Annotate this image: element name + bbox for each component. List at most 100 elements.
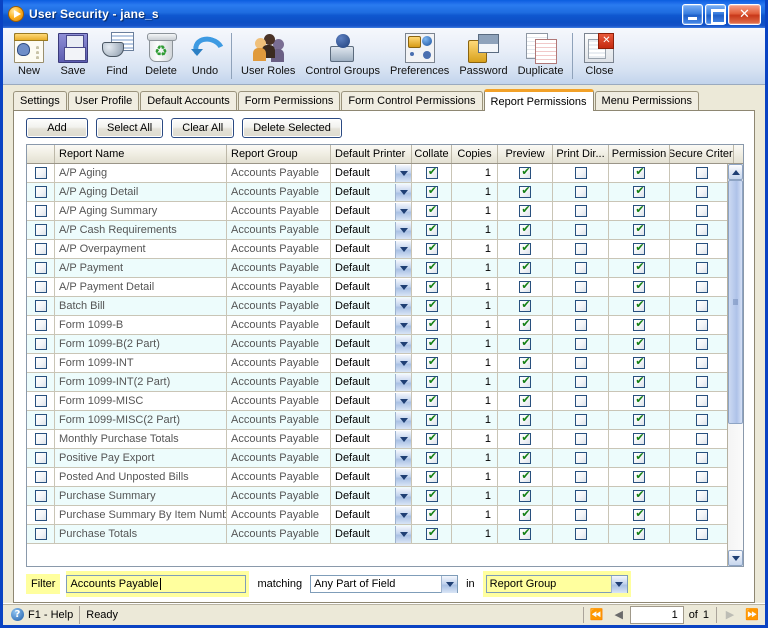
checkbox-preview[interactable] — [519, 469, 532, 483]
checkbox-collate[interactable] — [425, 279, 439, 293]
cell-collate[interactable] — [412, 506, 452, 524]
cell-print_direct[interactable] — [553, 335, 609, 353]
cell-permission[interactable] — [609, 202, 670, 220]
cell-collate[interactable] — [412, 335, 452, 353]
cell-print_direct[interactable] — [553, 411, 609, 429]
grid-vertical-scrollbar[interactable] — [727, 164, 743, 566]
checkbox-select[interactable] — [34, 433, 47, 445]
checkbox-collate[interactable] — [425, 222, 439, 236]
checkbox-permission[interactable] — [633, 203, 646, 217]
cell-select[interactable] — [27, 354, 55, 372]
checkbox-collate[interactable] — [425, 488, 439, 502]
scroll-thumb[interactable] — [728, 180, 743, 425]
filter-field-select[interactable]: Report Group — [485, 575, 628, 593]
checkbox-permission[interactable] — [633, 450, 646, 464]
cell-secure_criteria[interactable] — [670, 430, 727, 448]
column-header-report_group[interactable]: Report Group — [227, 145, 331, 163]
cell-collate[interactable] — [412, 525, 452, 543]
cell-preview[interactable] — [498, 202, 553, 220]
checkbox-print_direct[interactable] — [574, 528, 587, 540]
toolbar-button-undo[interactable]: Undo — [183, 31, 227, 77]
cell-default_printer[interactable]: Default — [331, 164, 412, 182]
cell-permission[interactable] — [609, 468, 670, 486]
table-row[interactable]: Form 1099-BAccounts Payable Default 1 — [27, 316, 727, 335]
cell-print_direct[interactable] — [553, 506, 609, 524]
checkbox-select[interactable] — [34, 395, 47, 407]
cell-select[interactable] — [27, 316, 55, 334]
table-row[interactable]: A/P Payment Detail Accounts Payable Defaul… — [27, 278, 727, 297]
cell-secure_criteria[interactable] — [670, 297, 727, 315]
cell-permission[interactable] — [609, 278, 670, 296]
checkbox-collate[interactable] — [425, 165, 439, 179]
checkbox-secure_criteria[interactable] — [695, 243, 708, 255]
chevron-down-icon[interactable] — [395, 468, 411, 486]
table-row[interactable]: Form 1099-B(2 Part) Accounts Payable Defau… — [27, 335, 727, 354]
table-row[interactable]: Monthly Purchase Totals Accounts Payable D… — [27, 430, 727, 449]
checkbox-print_direct[interactable] — [574, 376, 587, 388]
cell-permission[interactable] — [609, 449, 670, 467]
checkbox-collate[interactable] — [425, 526, 439, 540]
cell-default_printer[interactable]: Default — [331, 278, 412, 296]
checkbox-select[interactable] — [34, 509, 47, 521]
cell-default_printer[interactable]: Default — [331, 335, 412, 353]
cell-preview[interactable] — [498, 278, 553, 296]
cell-collate[interactable] — [412, 202, 452, 220]
checkbox-preview[interactable] — [519, 317, 532, 331]
cell-default_printer[interactable]: Default — [331, 525, 412, 543]
chevron-down-icon[interactable] — [395, 297, 411, 315]
checkbox-secure_criteria[interactable] — [695, 262, 708, 274]
toolbar-button-preferences[interactable]: Preferences — [385, 31, 454, 77]
cell-secure_criteria[interactable] — [670, 240, 727, 258]
chevron-down-icon[interactable] — [395, 354, 411, 372]
cell-select[interactable] — [27, 259, 55, 277]
checkbox-secure_criteria[interactable] — [695, 414, 708, 426]
checkbox-collate[interactable] — [425, 412, 439, 426]
checkbox-permission[interactable] — [633, 412, 646, 426]
cell-print_direct[interactable] — [553, 278, 609, 296]
checkbox-secure_criteria[interactable] — [695, 319, 708, 331]
cell-preview[interactable] — [498, 316, 553, 334]
cell-default_printer[interactable]: Default — [331, 411, 412, 429]
chevron-down-icon[interactable] — [395, 411, 411, 429]
help-status-cell[interactable]: ? F1 - Help — [5, 605, 81, 624]
cell-print_direct[interactable] — [553, 449, 609, 467]
checkbox-print_direct[interactable] — [574, 414, 587, 426]
table-row[interactable]: Purchase SummaryAccounts Payable Default 1 — [27, 487, 727, 506]
toolbar-button-user-roles[interactable]: User Roles — [236, 31, 300, 77]
checkbox-select[interactable] — [34, 243, 47, 255]
minimize-button[interactable] — [682, 3, 703, 25]
table-row[interactable]: Form 1099-INT(2 Part) Accounts Payable Def… — [27, 373, 727, 392]
checkbox-secure_criteria[interactable] — [695, 452, 708, 464]
checkbox-print_direct[interactable] — [574, 433, 587, 445]
cell-preview[interactable] — [498, 430, 553, 448]
checkbox-secure_criteria[interactable] — [695, 205, 708, 217]
checkbox-select[interactable] — [34, 338, 47, 350]
checkbox-preview[interactable] — [519, 241, 532, 255]
checkbox-permission[interactable] — [633, 241, 646, 255]
cell-collate[interactable] — [412, 183, 452, 201]
checkbox-secure_criteria[interactable] — [695, 490, 708, 502]
cell-preview[interactable] — [498, 183, 553, 201]
cell-collate[interactable] — [412, 316, 452, 334]
next-record-icon[interactable]: ▶ — [719, 606, 741, 624]
checkbox-collate[interactable] — [425, 260, 439, 274]
match-mode-select[interactable]: Any Part of Field — [310, 575, 459, 593]
cell-default_printer[interactable]: Default — [331, 392, 412, 410]
cell-default_printer[interactable]: Default — [331, 468, 412, 486]
cell-print_direct[interactable] — [553, 373, 609, 391]
cell-permission[interactable] — [609, 297, 670, 315]
checkbox-preview[interactable] — [519, 450, 532, 464]
cell-print_direct[interactable] — [553, 259, 609, 277]
checkbox-permission[interactable] — [633, 431, 646, 445]
table-row[interactable]: A/P PaymentAccounts Payable Default 1 — [27, 259, 727, 278]
maximize-button[interactable] — [705, 3, 726, 25]
tab-menu-permissions[interactable]: Menu Permissions — [594, 91, 700, 110]
checkbox-print_direct[interactable] — [574, 262, 587, 274]
toolbar-button-control-groups[interactable]: Control Groups — [300, 31, 385, 77]
table-row[interactable]: A/P OverpaymentAccounts Payable Default 1 — [27, 240, 727, 259]
cell-select[interactable] — [27, 430, 55, 448]
checkbox-collate[interactable] — [425, 450, 439, 464]
cell-print_direct[interactable] — [553, 202, 609, 220]
checkbox-permission[interactable] — [633, 355, 646, 369]
checkbox-permission[interactable] — [633, 488, 646, 502]
